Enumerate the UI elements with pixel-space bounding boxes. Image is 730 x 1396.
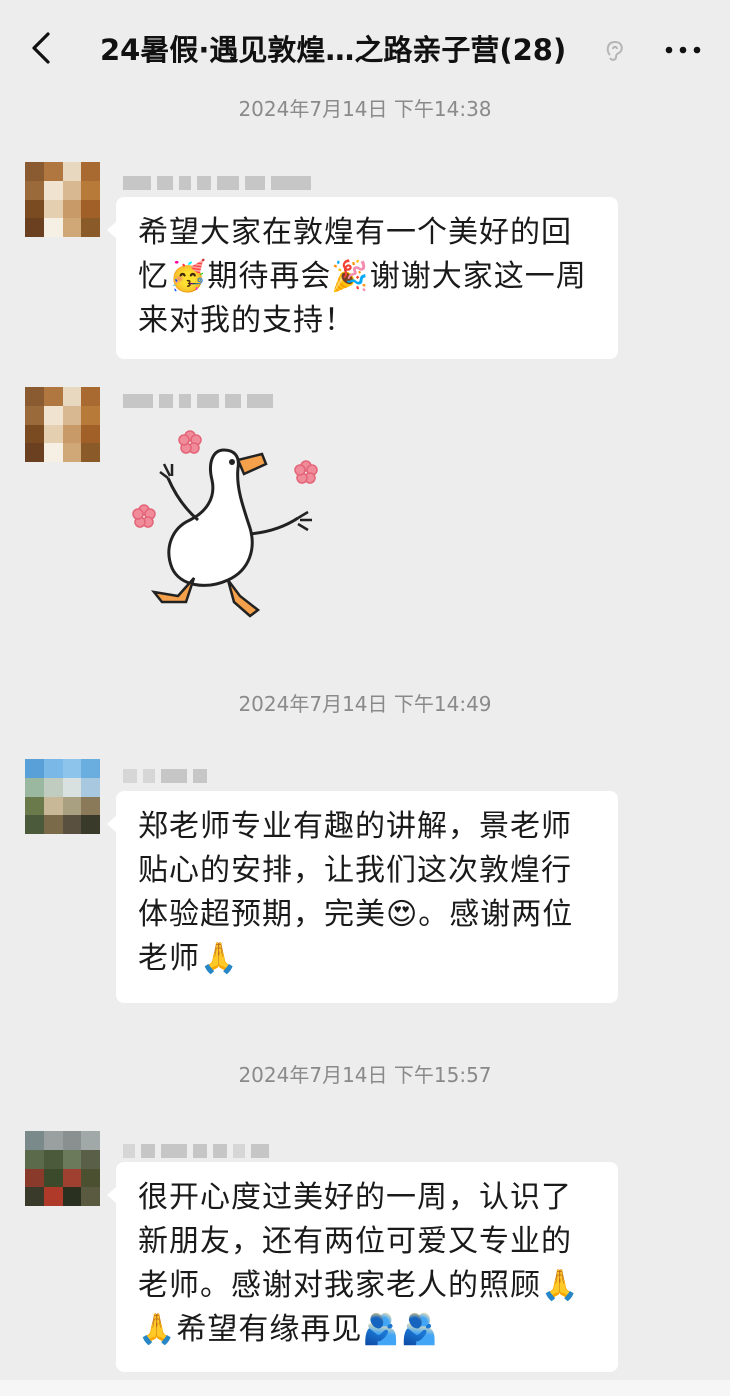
message-timestamp: 2024年7月14日 下午14:38 <box>238 97 492 121</box>
back-button[interactable] <box>24 28 64 68</box>
dancing-goose-sticker[interactable] <box>120 420 330 630</box>
avatar[interactable] <box>25 162 100 237</box>
sender-name <box>123 175 311 191</box>
avatar[interactable] <box>25 759 100 834</box>
message-timestamp: 2024年7月14日 下午15:57 <box>238 1063 492 1087</box>
message-bubble[interactable]: 很开心度过美好的一周，认识了新朋友，还有两位可爱又专业的老师。感谢对我家老人的照… <box>107 1162 618 1372</box>
chat-header: 24暑假·遇见敦煌…之路亲子营(28) <box>0 0 730 96</box>
chat-title: 24暑假·遇见敦煌…之路亲子营(28) <box>100 33 567 67</box>
input-bar-edge <box>0 1380 730 1396</box>
message-bubble[interactable]: 希望大家在敦煌有一个美好的回忆🥳期待再会🎉谢谢大家这一周来对我的支持！ <box>107 197 618 359</box>
avatar[interactable] <box>25 1131 100 1206</box>
sender-name <box>123 393 273 409</box>
message-bubble[interactable]: 郑老师专业有趣的讲解，景老师贴心的安排，让我们这次敦煌行体验超预期，完美😍。感谢… <box>107 791 618 1003</box>
ellipsis-icon <box>665 46 701 54</box>
message-timestamp: 2024年7月14日 下午14:49 <box>238 692 492 716</box>
avatar[interactable] <box>25 387 100 462</box>
sender-name <box>123 1143 269 1159</box>
more-options-button[interactable] <box>660 30 706 70</box>
ear-muted-icon <box>606 40 623 61</box>
chevron-left-icon <box>32 32 50 64</box>
sender-name <box>123 768 207 784</box>
